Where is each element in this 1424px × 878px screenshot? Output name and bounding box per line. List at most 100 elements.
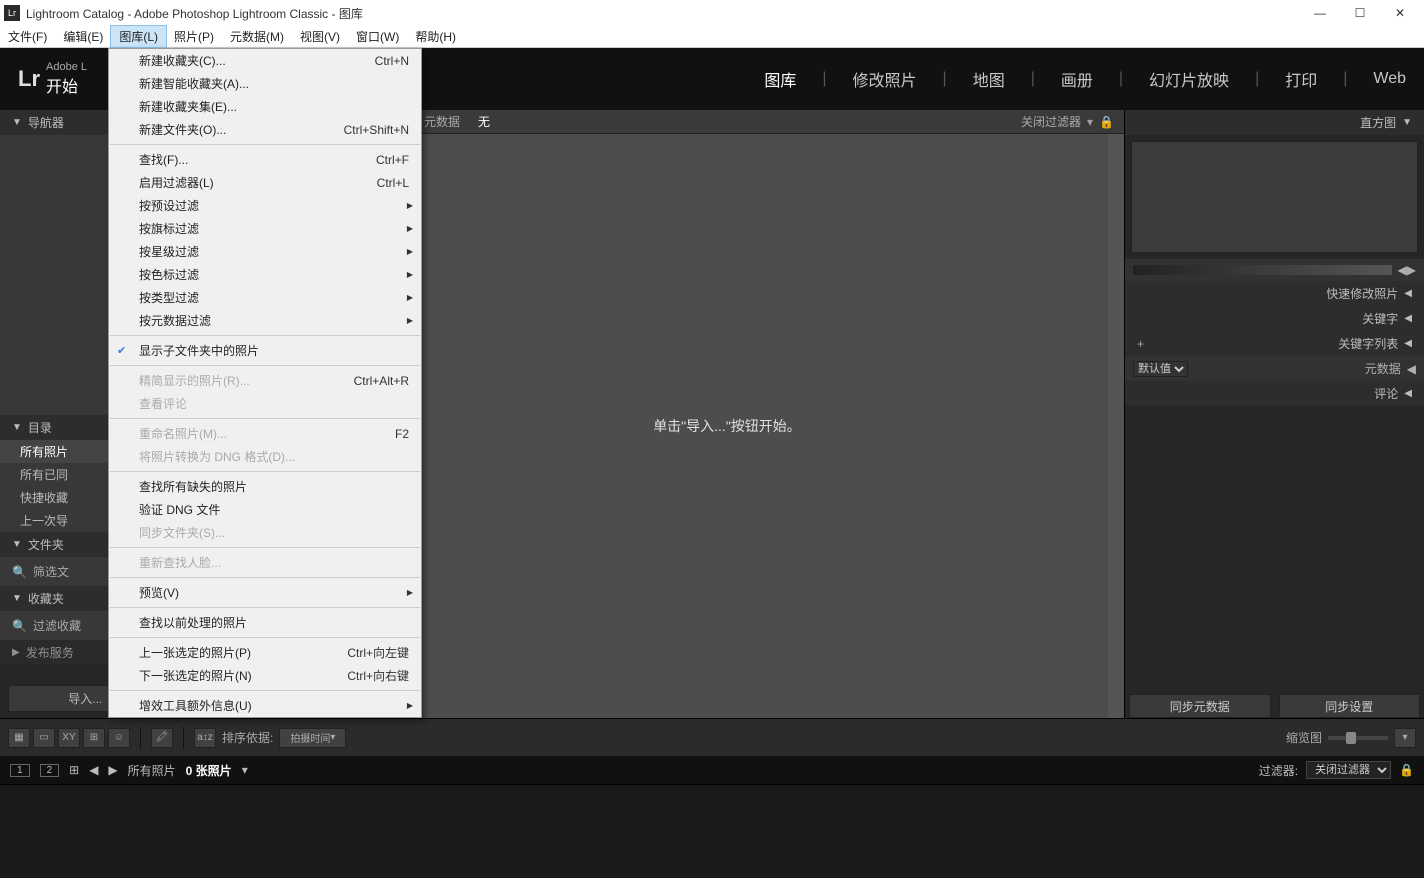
screen2-button[interactable]: 2	[40, 764, 60, 777]
module-tab[interactable]: 打印	[1285, 67, 1317, 91]
filter-meta[interactable]: 元数据	[424, 113, 460, 130]
grid-empty-message: 单击"导入..."按钮开始。	[330, 134, 1124, 718]
keywordlist-header[interactable]: +关键字列表◀	[1125, 331, 1424, 356]
menu-item: 精简显示的照片(R)...Ctrl+Alt+R	[109, 369, 421, 392]
module-picker: 图库|修改照片|地图|画册|幻灯片放映|打印|Web	[764, 67, 1406, 91]
menu-item: 同步文件夹(S)...	[109, 521, 421, 544]
menubar: 文件(F)编辑(E)图库(L)照片(P)元数据(M)视图(V)窗口(W)帮助(H…	[0, 26, 1424, 48]
module-tab[interactable]: Web	[1373, 70, 1406, 88]
menu-item: 重新查找人脸...	[109, 551, 421, 574]
toolbar-chevron-icon[interactable]: ▾	[1394, 728, 1416, 748]
module-tab[interactable]: 幻灯片放映	[1149, 67, 1229, 91]
thumb-label: 缩览图	[1286, 729, 1322, 746]
app-icon: Lr	[4, 5, 20, 21]
menu-item[interactable]: 照片(P)	[166, 26, 222, 47]
status-source: 所有照片	[128, 762, 176, 779]
search-icon: 🔍	[12, 619, 27, 633]
menu-item[interactable]: 启用过滤器(L)Ctrl+L	[109, 171, 421, 194]
compare-view-icon[interactable]: XY	[58, 728, 80, 748]
module-tab[interactable]: 画册	[1061, 67, 1093, 91]
menu-item[interactable]: 文件(F)	[0, 26, 55, 47]
menu-item: 重命名照片(M)...F2	[109, 422, 421, 445]
menu-item[interactable]: 按星级过滤	[109, 240, 421, 263]
menu-item[interactable]: 按预设过滤	[109, 194, 421, 217]
menu-item[interactable]: 新建收藏夹集(E)...	[109, 95, 421, 118]
chevron-down-icon[interactable]: ▾	[242, 763, 248, 777]
menu-item[interactable]: 新建智能收藏夹(A)...	[109, 72, 421, 95]
menu-item[interactable]: 上一张选定的照片(P)Ctrl+向左键	[109, 641, 421, 664]
module-tab[interactable]: 图库	[764, 67, 796, 91]
minimize-button[interactable]: —	[1300, 0, 1340, 26]
histogram-header[interactable]: 直方图▼	[1125, 110, 1424, 135]
statusbar: 1 2 ⊞ ◀ ▶ 所有照片 0 张照片 ▾ 过滤器: 关闭过滤器 🔒	[0, 756, 1424, 784]
menu-item[interactable]: 按元数据过滤	[109, 309, 421, 332]
right-panel: 直方图▼ ◀▶ 快速修改照片◀ 关键字◀ +关键字列表◀ 默认值元数据◀ 评论◀…	[1124, 110, 1424, 718]
prev-icon[interactable]: ◀	[89, 763, 98, 777]
quick-header[interactable]: 快速修改照片◀	[1125, 281, 1424, 306]
menu-item[interactable]: 查找以前处理的照片	[109, 611, 421, 634]
filter-none[interactable]: 无	[478, 113, 490, 130]
maximize-button[interactable]: ☐	[1340, 0, 1380, 26]
logo: Lr	[18, 66, 40, 92]
menu-item[interactable]: 元数据(M)	[222, 26, 292, 47]
survey-view-icon[interactable]: ⊞	[83, 728, 105, 748]
menu-item[interactable]: 预览(V)	[109, 581, 421, 604]
menu-item[interactable]: 验证 DNG 文件	[109, 498, 421, 521]
module-tab[interactable]: 修改照片	[853, 67, 917, 91]
people-view-icon[interactable]: ☺	[108, 728, 130, 748]
library-filterbar: 文本 属性 元数据 无 关闭过滤器▾🔒	[330, 110, 1124, 134]
search-icon: 🔍	[12, 565, 27, 579]
menu-item[interactable]: 新建文件夹(O)...Ctrl+Shift+N	[109, 118, 421, 141]
module-tab[interactable]: 地图	[973, 67, 1005, 91]
menu-item: 将照片转换为 DNG 格式(D)...	[109, 445, 421, 468]
menu-item[interactable]: 按类型过滤	[109, 286, 421, 309]
sort-select[interactable]: 拍摄时间 ▾	[279, 728, 346, 748]
next-icon[interactable]: ▶	[108, 763, 117, 777]
menu-item[interactable]: 视图(V)	[292, 26, 348, 47]
sort-direction-icon[interactable]: a↕z	[194, 728, 216, 748]
menu-item[interactable]: 查找(F)...Ctrl+F	[109, 148, 421, 171]
scrollbar[interactable]	[1108, 134, 1124, 718]
menu-item[interactable]: 新建收藏夹(C)...Ctrl+N	[109, 49, 421, 72]
chevron-down-icon[interactable]: ▾	[1087, 115, 1093, 129]
menu-item[interactable]: 按色标过滤	[109, 263, 421, 286]
close-button[interactable]: ✕	[1380, 0, 1420, 26]
painter-icon[interactable]: 🖍	[151, 728, 173, 748]
menu-item[interactable]: 下一张选定的照片(N)Ctrl+向右键	[109, 664, 421, 687]
menu-item[interactable]: 帮助(H)	[407, 26, 464, 47]
menu-item[interactable]: 图库(L)	[111, 26, 166, 47]
screen1-button[interactable]: 1	[10, 764, 30, 777]
menu-item[interactable]: 按旗标过滤	[109, 217, 421, 240]
menu-item[interactable]: 增效工具额外信息(U)	[109, 694, 421, 717]
sort-label: 排序依据:	[222, 729, 273, 746]
loupe-view-icon[interactable]: ▭	[33, 728, 55, 748]
sync-settings-button[interactable]: 同步设置	[1279, 694, 1421, 718]
thumb-slider[interactable]	[1328, 736, 1388, 740]
grid-view-icon[interactable]: ▦	[8, 728, 30, 748]
filter-close[interactable]: 关闭过滤器	[1021, 113, 1081, 130]
menu-item[interactable]: ✔显示子文件夹中的照片	[109, 339, 421, 362]
grid-icon[interactable]: ⊞	[69, 763, 79, 777]
histogram-body	[1131, 141, 1418, 253]
keyword-header[interactable]: 关键字◀	[1125, 306, 1424, 331]
filter-select[interactable]: 关闭过滤器	[1306, 761, 1391, 779]
lock-icon[interactable]: 🔒	[1399, 763, 1414, 777]
comments-header[interactable]: 评论◀	[1125, 381, 1424, 406]
lock-icon[interactable]: 🔒	[1099, 115, 1114, 129]
metadata-preset-select: 默认值	[1133, 361, 1188, 377]
plus-icon[interactable]: +	[1137, 337, 1144, 351]
filmstrip[interactable]	[0, 784, 1424, 878]
window-title: Lightroom Catalog - Adobe Photoshop Ligh…	[26, 5, 363, 22]
center-panel: 文本 属性 元数据 无 关闭过滤器▾🔒 单击"导入..."按钮开始。	[330, 110, 1124, 718]
menu-item[interactable]: 编辑(E)	[55, 26, 111, 47]
filter-label: 过滤器:	[1259, 762, 1298, 779]
quick-tone-slider[interactable]: ◀▶	[1125, 259, 1424, 281]
status-count: 0 张照片	[186, 762, 232, 779]
sync-metadata-button[interactable]: 同步元数据	[1129, 694, 1271, 718]
library-menu-dropdown: 新建收藏夹(C)...Ctrl+N新建智能收藏夹(A)...新建收藏夹集(E).…	[108, 48, 422, 718]
menu-item: 查看评论	[109, 392, 421, 415]
metadata-preset-row[interactable]: 默认值元数据◀	[1125, 356, 1424, 381]
titlebar: Lr Lightroom Catalog - Adobe Photoshop L…	[0, 0, 1424, 26]
menu-item[interactable]: 查找所有缺失的照片	[109, 475, 421, 498]
menu-item[interactable]: 窗口(W)	[348, 26, 407, 47]
